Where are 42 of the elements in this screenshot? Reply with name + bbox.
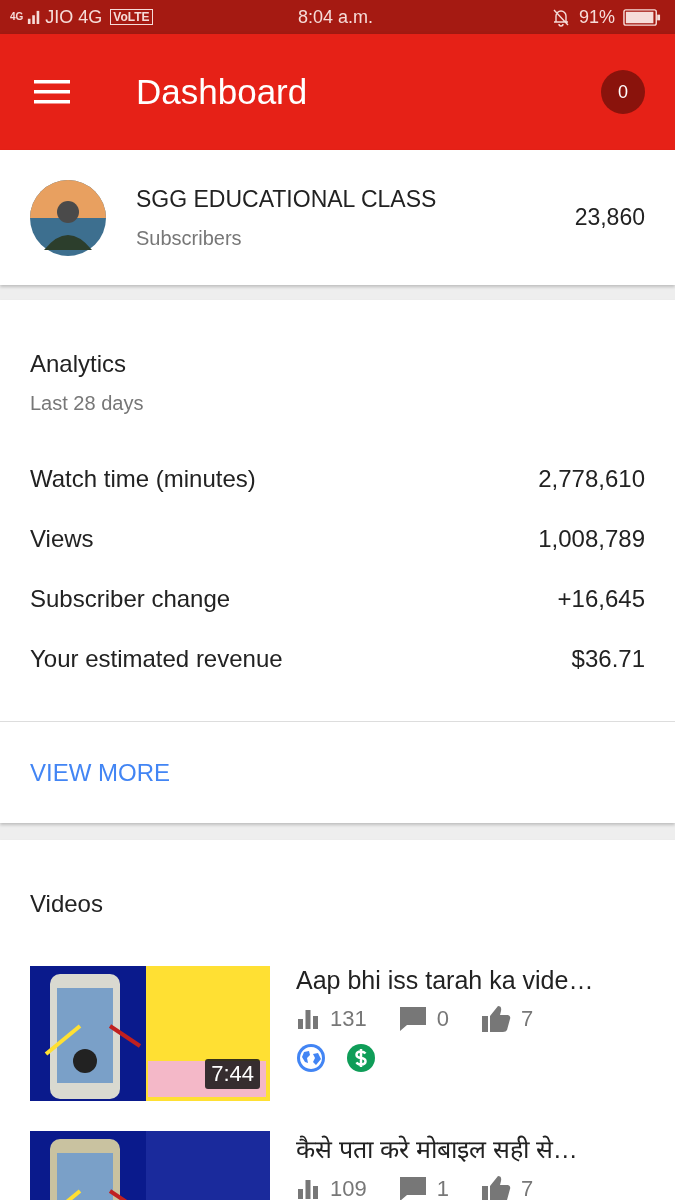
section-title: Videos (30, 890, 104, 918)
metric-label: Views (30, 525, 94, 553)
duration-badge: 7:44 (205, 1059, 260, 1089)
comment-count: 0 (436, 1006, 449, 1032)
battery-icon (623, 7, 661, 27)
clock-time: 8:04 a.m. (297, 6, 373, 28)
metric-label: Watch time (minutes) (30, 465, 256, 493)
thumbs-up-icon (480, 1005, 511, 1033)
network-type-label: 4G (10, 12, 24, 22)
bar-chart-icon (296, 1007, 320, 1031)
avatar-icon (30, 179, 106, 256)
metric-label: Subscriber change (30, 585, 231, 613)
metric-value: 1,008,789 (538, 525, 645, 553)
channel-name: SGG EDUCATIONAL CLASS (136, 185, 438, 213)
comment-icon (398, 1006, 427, 1032)
video-title[interactable]: Aap bhi iss tarah ka vide… (296, 966, 594, 995)
thumbs-up-icon (480, 1175, 511, 1200)
bar-chart-icon (296, 1177, 320, 1200)
period-label: Last 28 days (30, 392, 145, 415)
toolbar-title: Dashboard (136, 72, 309, 112)
metric-value: 2,778,610 (538, 465, 645, 493)
view-count: 131 (330, 1006, 367, 1032)
like-count: 7 (520, 1006, 534, 1032)
menu-icon (34, 79, 70, 105)
signal-icon (27, 9, 42, 25)
notification-count-badge[interactable]: 0 (601, 70, 645, 114)
view-count: 109 (330, 1176, 367, 1200)
volte-label: VoLTE (110, 9, 153, 25)
metric-label: Your estimated revenue (30, 645, 283, 673)
view-more-link[interactable]: VIEW MORE (30, 758, 170, 787)
subscribers-label: Subscribers (136, 226, 243, 250)
carrier-name: JIO 4G (45, 6, 103, 28)
menu-button[interactable] (34, 79, 70, 105)
like-count: 7 (520, 1176, 534, 1200)
subscriber-count: 23,860 (574, 204, 645, 231)
section-title: Analytics (30, 350, 128, 378)
comment-icon (398, 1176, 427, 1200)
video-title[interactable]: कैसे पता करे मोबाइल सही से… (296, 1131, 578, 1165)
metric-value: $36.71 (571, 645, 645, 673)
metric-value: +16,645 (557, 585, 645, 613)
battery-percent: 91% (578, 6, 615, 28)
comment-count: 1 (436, 1176, 449, 1200)
